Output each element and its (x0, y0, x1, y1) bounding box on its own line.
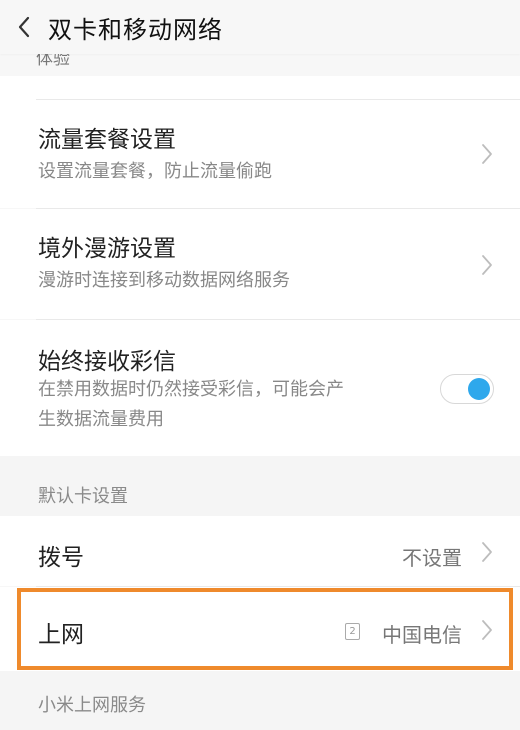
page-title: 双卡和移动网络 (48, 15, 223, 44)
chevron-right-icon (482, 620, 492, 640)
data-plan-title: 流量套餐设置 (38, 127, 176, 153)
xiaomi-section-label: 小米上网服务 (38, 695, 146, 716)
mms-subtitle-line2: 生数据流量费用 (38, 409, 164, 430)
dial-default-card-row[interactable]: 拨号 不设置 (0, 516, 520, 586)
settings-list[interactable]: 体验 流量套餐设置 设置流量套餐，防止流量偷跑 境外漫游设置 漫游时连接到移动数… (0, 54, 520, 730)
partial-cut-off-text: 体验 (36, 54, 70, 69)
top-bar: 双卡和移动网络 (0, 0, 520, 54)
default-card-section-label: 默认卡设置 (38, 486, 128, 507)
default-card-section-header: 默认卡设置 (0, 456, 520, 516)
sim-slot-badge: 2 (345, 623, 360, 640)
internet-value: 中国电信 (382, 623, 462, 647)
xiaomi-internet-service-section-header: 小米上网服务 (0, 671, 520, 730)
always-receive-mms-row: 始终接收彩信 在禁用数据时仍然接受彩信，可能会产 生数据流量费用 (0, 320, 520, 456)
mms-subtitle-line1: 在禁用数据时仍然接受彩信，可能会产 (38, 379, 344, 400)
internet-default-card-row[interactable]: 上网 2 中国电信 (0, 587, 520, 671)
roaming-subtitle: 漫游时连接到移动数据网络服务 (38, 270, 290, 291)
toggle-knob (468, 378, 490, 400)
chevron-right-icon (482, 542, 492, 562)
mms-title: 始终接收彩信 (38, 349, 176, 375)
internet-title: 上网 (38, 622, 84, 648)
data-plan-setting-row[interactable]: 流量套餐设置 设置流量套餐，防止流量偷跑 (0, 100, 520, 208)
data-plan-subtitle: 设置流量套餐，防止流量偷跑 (38, 161, 272, 182)
chevron-right-icon (482, 144, 492, 164)
dial-value: 不设置 (402, 546, 462, 570)
chevron-right-icon (482, 255, 492, 275)
back-arrow-icon (18, 16, 30, 38)
mms-toggle-switch[interactable] (440, 374, 494, 404)
back-button[interactable] (0, 0, 48, 54)
roaming-title: 境外漫游设置 (38, 236, 176, 262)
partial-row-tail (0, 76, 520, 100)
roaming-setting-row[interactable]: 境外漫游设置 漫游时连接到移动数据网络服务 (0, 209, 520, 319)
dial-title: 拨号 (38, 545, 84, 571)
